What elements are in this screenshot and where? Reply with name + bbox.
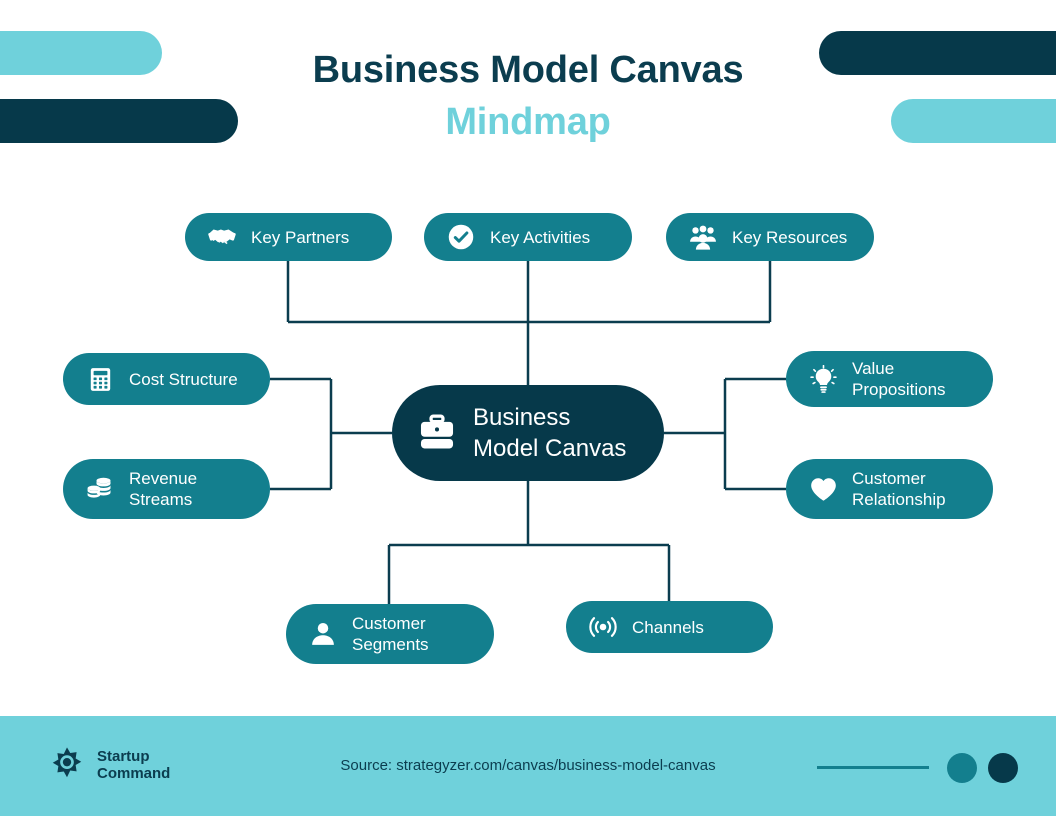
center-node-label: Business Model Canvas bbox=[473, 404, 627, 462]
person-icon bbox=[308, 619, 338, 649]
footer-divider-line bbox=[817, 766, 929, 769]
node-label: Customer Relationship bbox=[852, 469, 946, 509]
node-cost-structure[interactable]: Cost Structure bbox=[63, 353, 270, 405]
node-label: Channels bbox=[632, 617, 704, 637]
node-label: Customer Segments bbox=[352, 614, 429, 654]
coins-stack-icon bbox=[85, 474, 115, 504]
footer-dot-dark bbox=[988, 753, 1018, 783]
heart-icon bbox=[808, 474, 838, 504]
node-label: Cost Structure bbox=[129, 369, 238, 389]
footer-dot-teal bbox=[947, 753, 977, 783]
lightbulb-icon bbox=[808, 364, 838, 394]
node-label: Value Propositions bbox=[852, 359, 946, 399]
node-label: Key Activities bbox=[490, 227, 591, 247]
broadcast-signal-icon bbox=[588, 612, 618, 642]
briefcase-icon bbox=[418, 414, 456, 452]
node-customer-segments[interactable]: Customer Segments bbox=[286, 604, 494, 664]
node-business-model-canvas-center[interactable]: Business Model Canvas bbox=[392, 385, 664, 481]
node-label: Key Partners bbox=[251, 227, 350, 247]
node-key-resources[interactable]: Key Resources bbox=[666, 213, 874, 261]
mindmap-canvas: Business Model Canvas Mindmap Key Partne… bbox=[0, 0, 1056, 816]
node-key-activities[interactable]: Key Activities bbox=[424, 213, 632, 261]
node-customer-relationship[interactable]: Customer Relationship bbox=[786, 459, 993, 519]
check-circle-icon bbox=[446, 222, 476, 252]
node-label: Revenue Streams bbox=[129, 469, 198, 509]
node-label: Key Resources bbox=[732, 227, 848, 247]
node-value-propositions[interactable]: Value Propositions bbox=[786, 351, 993, 407]
users-group-icon bbox=[688, 222, 718, 252]
node-revenue-streams[interactable]: Revenue Streams bbox=[63, 459, 270, 519]
handshake-icon bbox=[207, 222, 237, 252]
node-key-partners[interactable]: Key Partners bbox=[185, 213, 392, 261]
node-channels[interactable]: Channels bbox=[566, 601, 773, 653]
calculator-icon bbox=[85, 364, 115, 394]
